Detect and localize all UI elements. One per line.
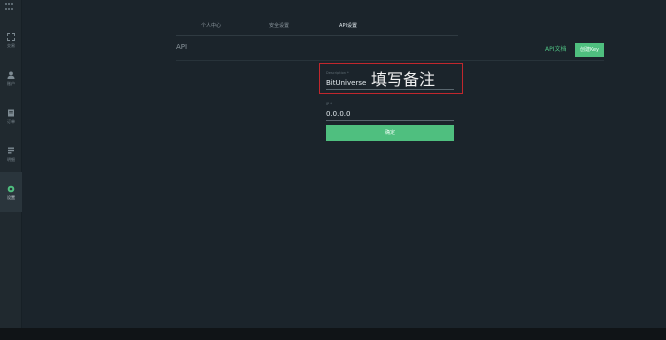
section-title: API (176, 43, 188, 51)
ip-label: IP * (326, 102, 333, 106)
sidebar-item-label: 交易 (7, 42, 15, 48)
tab-divider (176, 35, 458, 36)
bottom-bar (0, 328, 666, 340)
sidebar-item-settings[interactable]: 设置 (0, 172, 22, 212)
app-window: 交易 账户 订单 明细 设置 个人中心 安全设置 API设置 API API文档… (0, 0, 666, 340)
sidebar-item-label: 账户 (7, 80, 15, 86)
tab-bar: 个人中心 安全设置 API设置 (176, 16, 458, 36)
sidebar-item-trade[interactable]: 交易 (0, 25, 22, 55)
sidebar: 交易 账户 订单 明细 设置 (0, 0, 22, 328)
ip-input[interactable] (326, 108, 446, 119)
sidebar-item-label: 订单 (7, 118, 15, 124)
tab-security-settings[interactable]: 安全设置 (244, 16, 314, 36)
tab-api-settings[interactable]: API设置 (314, 16, 382, 36)
expand-icon (7, 32, 15, 41)
create-key-button[interactable]: 创建Key (575, 43, 604, 57)
logo-icon (5, 3, 15, 11)
sidebar-item-orders[interactable]: 订单 (0, 101, 22, 131)
section-divider (176, 60, 604, 61)
user-icon (7, 71, 15, 79)
order-icon (8, 109, 14, 116)
sidebar-item-label: 明细 (7, 156, 15, 162)
sidebar-item-details[interactable]: 明细 (0, 139, 22, 169)
details-icon (8, 147, 14, 153)
tab-personal-center[interactable]: 个人中心 (176, 16, 246, 36)
sidebar-item-label: 设置 (7, 194, 15, 200)
api-doc-link[interactable]: API文档 (545, 44, 567, 53)
sidebar-item-account[interactable]: 账户 (0, 63, 22, 93)
annotation-text: 填写备注 (371, 70, 436, 89)
confirm-button[interactable]: 确定 (326, 125, 454, 141)
ip-underline (326, 120, 454, 121)
settings-icon (7, 185, 15, 192)
